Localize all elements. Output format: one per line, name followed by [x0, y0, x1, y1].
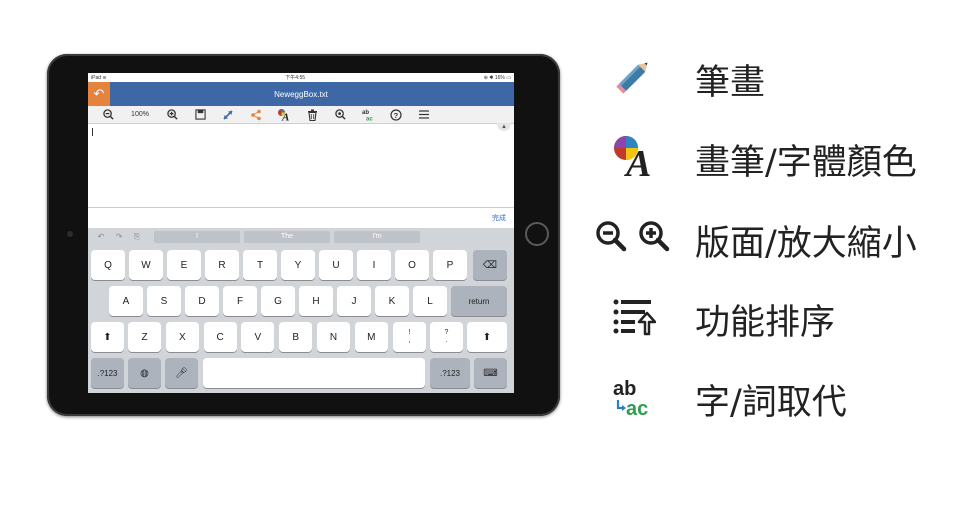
menu-sort-icon: [612, 296, 656, 336]
svg-text:ac: ac: [366, 117, 373, 122]
svg-text:A: A: [624, 143, 651, 178]
zoom-level[interactable]: 100%: [122, 107, 158, 123]
legend-row-pencil: 筆畫: [0, 46, 975, 106]
replace-from-text: ab: [613, 378, 636, 400]
zoom-out-icon[interactable]: [94, 107, 122, 123]
legend-label: 字/詞取代: [695, 383, 847, 423]
menu-icon[interactable]: [410, 107, 438, 123]
legend-label: 畫筆/字體顏色: [695, 143, 917, 183]
editor-toolbar: 100% A ab ac ?: [88, 106, 514, 124]
svg-text:A: A: [281, 112, 289, 122]
help-icon[interactable]: ?: [382, 107, 410, 123]
zoom-in-icon: [637, 219, 671, 253]
font-color-icon[interactable]: A: [270, 107, 298, 123]
replace-icon: ab ac: [612, 376, 658, 418]
legend-row-zoom: 版面/放大縮小: [0, 207, 975, 267]
legend-row-replace: ab ac 字/詞取代: [0, 366, 975, 426]
zoom-out-icon: [594, 219, 628, 253]
legend-row-sort: 功能排序: [0, 286, 975, 346]
font-color-icon: A: [612, 134, 658, 178]
legend-label: 功能排序: [695, 303, 836, 343]
zoom-in-icon[interactable]: [158, 107, 186, 123]
pencil-icon: [612, 54, 656, 98]
trash-icon[interactable]: [298, 107, 326, 123]
search-icon[interactable]: [326, 107, 354, 123]
legend-label: 版面/放大縮小: [695, 224, 917, 264]
replace-icon[interactable]: ab ac: [354, 107, 382, 123]
replace-to-text: ac: [626, 398, 648, 418]
svg-text:?: ?: [394, 110, 399, 119]
resize-icon[interactable]: [214, 107, 242, 123]
save-icon[interactable]: [186, 107, 214, 123]
share-icon[interactable]: [242, 107, 270, 123]
legend-label: 筆畫: [695, 63, 766, 103]
svg-text:ab: ab: [362, 110, 369, 116]
legend-row-font-color: A 畫筆/字體顏色: [0, 126, 975, 186]
